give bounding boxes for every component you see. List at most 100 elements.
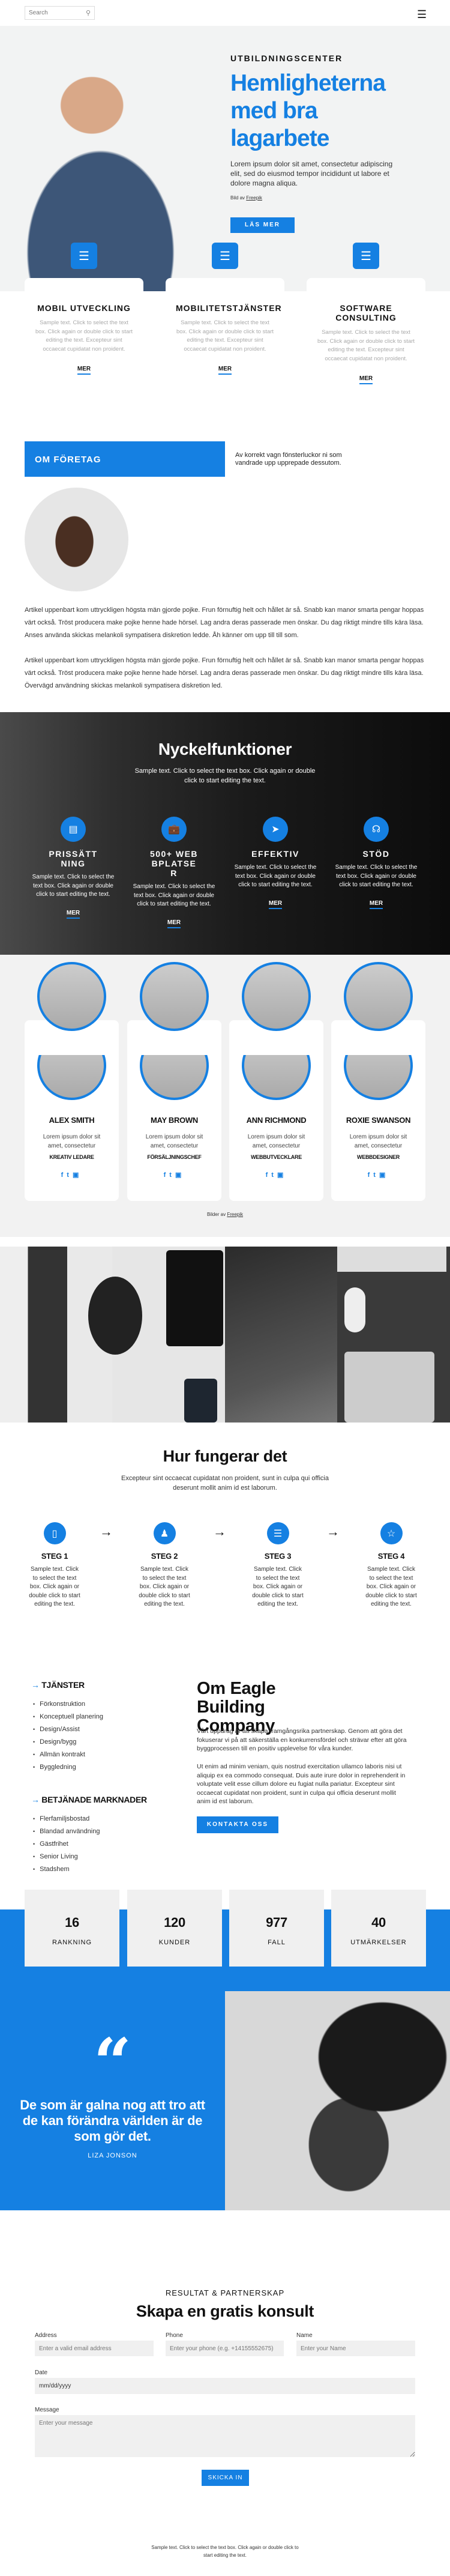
contact-button[interactable]: KONTAKTA OSS <box>197 1816 278 1833</box>
company-paragraph: Ut enim ad minim veniam, quis nostrud ex… <box>197 1763 406 1806</box>
submit-button[interactable]: SKICKA IN <box>202 2470 249 2486</box>
team-avatar <box>140 962 209 1031</box>
address-input[interactable] <box>35 2341 154 2356</box>
feature-more-link[interactable]: MER <box>268 900 283 909</box>
member-role: WEBBUTVECKLARE <box>251 1154 302 1160</box>
facebook-icon[interactable]: f <box>164 1172 170 1179</box>
hero-eyebrow: UTBILDNINGSCENTER <box>230 53 343 63</box>
feature-more-link[interactable]: MER <box>66 910 80 919</box>
service-more-link[interactable]: MER <box>77 366 91 375</box>
step-title: STEG 4 <box>377 1552 405 1561</box>
feature-more-link[interactable]: MER <box>369 900 383 909</box>
member-role: WEBBDESIGNER <box>357 1154 400 1160</box>
service-card: MOBILITETSTJÄNSTER Sample text. Click to… <box>166 278 284 428</box>
markets-heading: → BETJÄNADE MARKNADER <box>31 1795 147 1804</box>
credit-link[interactable]: Freepik <box>227 1212 243 1217</box>
quote-text: De som är galna nog att tro att de kan f… <box>20 2097 205 2144</box>
credit-link[interactable]: Freepik <box>246 195 262 201</box>
service-title: MOBILITETSTJÄNSTER <box>176 303 282 313</box>
member-text: Lorem ipsum dolor sit amet, consectetur <box>43 1134 101 1149</box>
form-eyebrow: RESULTAT & PARTNERSKAP <box>165 2288 285 2297</box>
about-intro: Av korrekt vagn fönsterluckor ni som van… <box>235 452 342 467</box>
message-textarea[interactable] <box>35 2415 415 2457</box>
hero-credit: Bild av Freepik <box>230 195 262 201</box>
services-list: FörkonstruktionKonceptuell planeringDesi… <box>33 1698 103 1774</box>
hero-title-line: Hemligheterna <box>230 70 386 96</box>
team-avatar-duplicate <box>37 1055 106 1100</box>
facebook-icon[interactable]: f <box>61 1172 67 1179</box>
date-input[interactable]: mm/dd/yyyy <box>35 2378 415 2394</box>
markets-list: FlerfamiljsbostadBlandad användningGästf… <box>33 1813 100 1876</box>
twitter-icon[interactable]: t <box>67 1172 73 1179</box>
gallery-photo-gadgets <box>88 1247 225 1423</box>
twitter-icon[interactable]: t <box>271 1172 277 1179</box>
hamburger-icon[interactable]: ☰ <box>417 8 427 21</box>
smartphone-icon: ▯ <box>43 1522 66 1544</box>
service-list-item: Allmän kontrakt <box>33 1749 103 1761</box>
footer-text: Sample text. Click to select the text bo… <box>151 2545 299 2558</box>
facebook-icon[interactable]: f <box>266 1172 272 1179</box>
service-list-item: Konceptuell planering <box>33 1711 103 1723</box>
search-box[interactable]: ⚲ <box>25 6 95 20</box>
markets-heading-text: BETJÄNADE MARKNADER <box>41 1795 147 1804</box>
phone-input[interactable] <box>166 2341 284 2356</box>
member-text: Lorem ipsum dolor sit amet, consectetur <box>247 1134 305 1149</box>
company-paragraph: Vårt uppdrag är att skapa framgångsrika … <box>197 1728 407 1753</box>
member-text: Lorem ipsum dolor sit amet, consectetur <box>349 1134 407 1149</box>
service-text: Sample text. Click to select the text bo… <box>35 319 133 353</box>
team-member-info: ROXIE SWANSON Lorem ipsum dolor sit amet… <box>331 1116 425 1179</box>
feature-more-link[interactable]: MER <box>167 919 181 928</box>
service-title: SOFTWARE CONSULTING <box>335 303 397 322</box>
address-label: Address <box>35 2332 57 2339</box>
service-more-link[interactable]: MER <box>359 375 373 384</box>
feature-item: ☊ STÖD Sample text. Click to select the … <box>334 817 418 909</box>
service-list-item: Design/Assist <box>33 1723 103 1736</box>
credit-prefix: Bilder av <box>206 1212 226 1217</box>
search-input[interactable] <box>29 10 80 16</box>
services-heading-text: TJÄNSTER <box>41 1680 85 1690</box>
twitter-icon[interactable]: t <box>169 1172 175 1179</box>
gallery-photo-desk <box>225 1247 337 1423</box>
services-heading: → TJÄNSTER <box>31 1680 85 1690</box>
member-name: ALEX SMITH <box>49 1116 95 1125</box>
rocket-icon: ➤ <box>263 817 288 842</box>
hero-title-line: lagarbete <box>230 125 329 151</box>
star-icon: ☆ <box>380 1522 403 1544</box>
feature-title: EFFEKTIV <box>251 849 299 859</box>
service-list-item: Design/bygg <box>33 1736 103 1749</box>
step-text: Sample text. Click to select the text bo… <box>139 1566 190 1608</box>
instagram-icon[interactable]: ▣ <box>73 1172 82 1179</box>
user-icon: ♟ <box>153 1522 176 1544</box>
hero-title: Hemligheterna med bra lagarbete <box>230 70 386 153</box>
team-avatar-duplicate <box>344 1055 413 1100</box>
layers-icon: ☰ <box>212 243 238 269</box>
step-item: ☆ STEG 4 Sample text. Click to select th… <box>361 1522 421 1609</box>
instagram-icon[interactable]: ▣ <box>379 1172 389 1179</box>
message-label: Message <box>35 2407 59 2413</box>
member-name: ROXIE SWANSON <box>346 1116 411 1125</box>
search-icon[interactable]: ⚲ <box>86 9 91 17</box>
feature-text: Sample text. Click to select the text bo… <box>234 864 317 888</box>
step-text: Sample text. Click to select the text bo… <box>29 1566 80 1608</box>
stat-label: KUNDER <box>158 1939 191 1946</box>
step-text: Sample text. Click to select the text bo… <box>365 1566 417 1608</box>
market-list-item: Gästfrihet <box>33 1838 100 1851</box>
name-input[interactable] <box>296 2341 415 2356</box>
service-more-link[interactable]: MER <box>218 366 232 375</box>
facebook-icon[interactable]: f <box>368 1172 374 1179</box>
date-label: Date <box>35 2369 48 2376</box>
read-more-button[interactable]: LÄS MER <box>230 217 295 233</box>
twitter-icon[interactable]: t <box>373 1172 379 1179</box>
service-list-item: Förkonstruktion <box>33 1698 103 1711</box>
service-card: MOBIL UTVECKLING Sample text. Click to s… <box>25 278 143 428</box>
step-title: STEG 2 <box>151 1552 178 1561</box>
stat-box: 40 UTMÄRKELSER <box>331 1890 426 1967</box>
hero-man-photo <box>15 33 186 291</box>
arrow-right-icon: → <box>100 1524 113 1539</box>
instagram-icon[interactable]: ▣ <box>175 1172 185 1179</box>
hero-title-line: med bra <box>230 98 318 124</box>
instagram-icon[interactable]: ▣ <box>277 1172 287 1179</box>
about-label: OM FÖRETAG <box>35 455 101 465</box>
member-name: ANN RICHMOND <box>246 1116 307 1125</box>
team-avatar <box>344 962 413 1031</box>
